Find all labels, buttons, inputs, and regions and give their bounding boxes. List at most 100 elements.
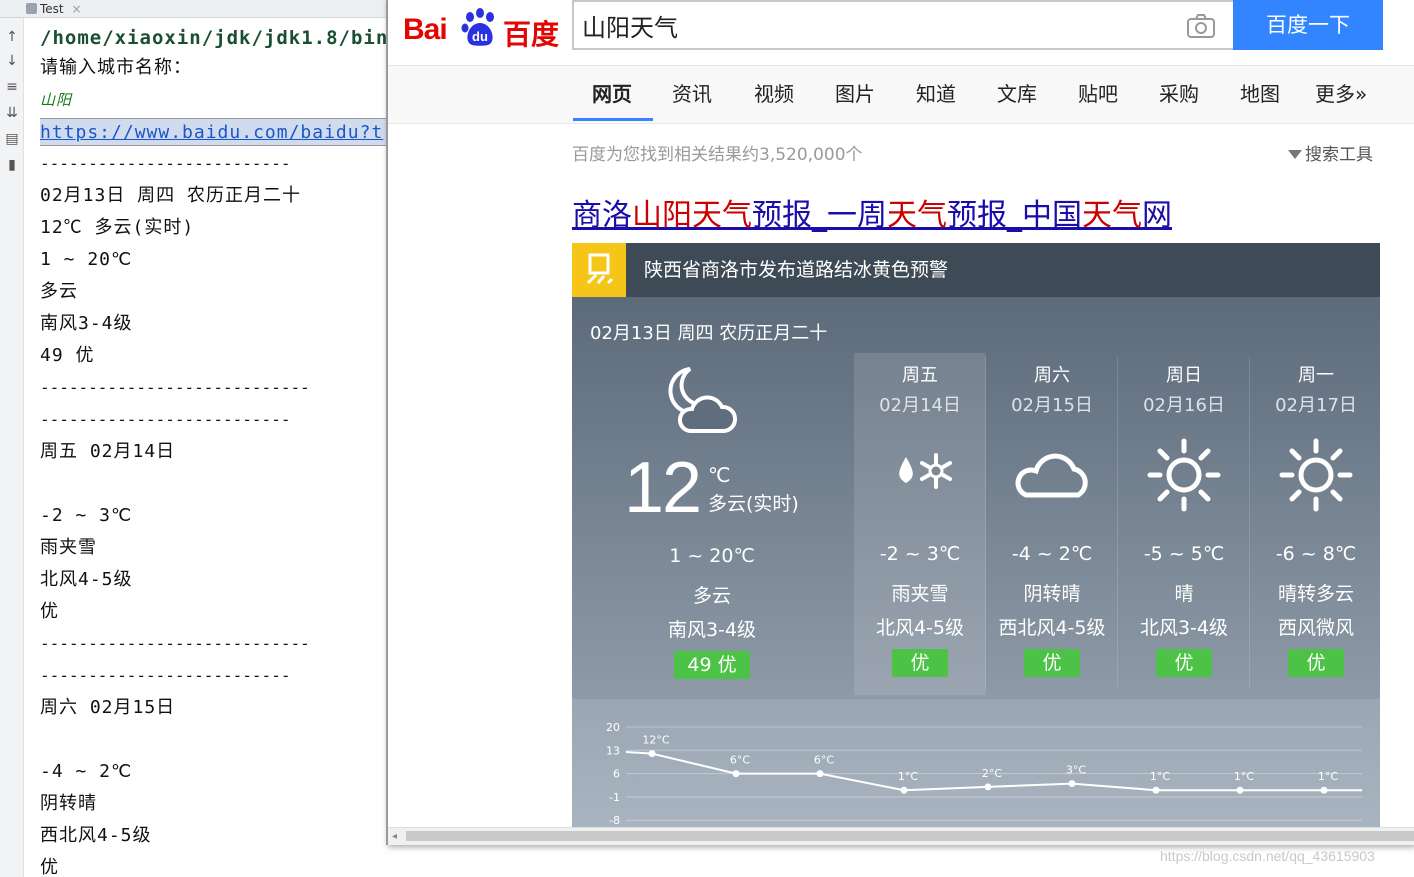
scrollbar-thumb[interactable] (406, 831, 1414, 841)
console-line: 阴转晴 (40, 793, 97, 814)
console-line: 1 ~ 20℃ (40, 249, 133, 270)
baidu-logo[interactable]: Bai du 百度 (403, 8, 563, 51)
scroll-to-end-icon[interactable]: ⇊ (0, 102, 24, 124)
search-box (572, 0, 1234, 50)
trash-icon[interactable]: ▮ (0, 154, 24, 176)
y-tick-label: -1 (609, 791, 620, 804)
tab-8[interactable]: 地图 (1240, 76, 1280, 112)
day-name: 周五 (902, 365, 938, 386)
temperature-unit: ℃ (708, 463, 731, 487)
search-input[interactable] (582, 8, 1162, 42)
tab-7[interactable]: 采购 (1159, 76, 1199, 112)
day-wind: 西北风4-5级 (998, 617, 1106, 639)
console-line: 优 (40, 857, 59, 877)
day-condition: 雨夹雪 (891, 583, 949, 605)
temperature-label: 6°C (730, 754, 750, 767)
tab-5[interactable]: 文库 (997, 76, 1037, 112)
day-temp-range: -5 ~ 5℃ (1143, 543, 1225, 565)
console-separator: ---------------------------- (40, 634, 310, 653)
temperature-point (1320, 786, 1328, 794)
temperature-point (1236, 786, 1244, 794)
console-tab-bar: Test × (0, 0, 386, 18)
run-config-icon (26, 3, 37, 14)
scroll-up-icon[interactable]: ↑ (0, 26, 24, 48)
logo-text-cn: 百度 (503, 18, 560, 51)
tab-2[interactable]: 视频 (754, 76, 794, 112)
tab-3[interactable]: 图片 (835, 76, 875, 112)
result-count: 百度为您找到相关结果约3,520,000个 (572, 145, 863, 165)
browser-window: Bai du 百度 百度一下 网页 资讯 视频 图片 知道 文库 贴吧 采购 地图更多» 百度为… (386, 0, 1414, 845)
console-line: /home/xiaoxin/jdk/jdk1.8/bin/ (40, 27, 386, 49)
console-line: 优 (40, 601, 59, 622)
scroll-left-icon[interactable]: ◂ (392, 828, 397, 846)
console-output: /home/xiaoxin/jdk/jdk1.8/bin/请输入城市名称： 山阳 h… (40, 22, 386, 877)
title-segment: 网 (1142, 198, 1172, 233)
baidu-paw-icon: du (461, 8, 494, 46)
temperature-point (816, 770, 824, 778)
today-wind: 南风3-4级 (667, 619, 757, 641)
search-button[interactable]: 百度一下 (1233, 0, 1383, 50)
day-condition: 晴转多云 (1277, 583, 1354, 605)
search-tools-button[interactable]: 搜索工具 (1288, 140, 1373, 165)
soft-wrap-icon[interactable]: ≡ (0, 76, 24, 98)
console-line: 山阳 (40, 91, 73, 109)
result-title-link[interactable]: 商洛山阳天气预报_一周天气预报_中国天气网 (572, 190, 1172, 234)
tab-1[interactable]: 资讯 (672, 76, 712, 112)
today-condition: 多云 (692, 585, 731, 607)
today-date: 02月13日 周四 农历正月二十 (590, 323, 828, 344)
logo-text-du: du (472, 29, 488, 44)
day-name: 周一 (1298, 365, 1334, 386)
title-segment: 预报_中国 (947, 198, 1082, 233)
tab-9[interactable]: 更多» (1315, 76, 1367, 112)
tab-6[interactable]: 贴吧 (1078, 76, 1118, 112)
sun-icon (1279, 438, 1353, 512)
sun-icon (1147, 438, 1221, 512)
forecast-day[interactable]: 周一 02月17日 -6 ~ 8℃ 晴转多云 西风微风优 (1250, 353, 1380, 695)
camera-search-icon[interactable] (1186, 12, 1216, 40)
day-name: 周日 (1166, 365, 1202, 386)
day-date: 02月14日 (879, 395, 961, 416)
weather-alert-text: 陕西省商洛市发布道路结冰黄色预警 (644, 259, 949, 281)
day-condition: 晴 (1174, 583, 1194, 605)
temperature-label: 12°C (642, 734, 669, 747)
tab-0[interactable]: 网页 (592, 76, 632, 112)
moon-cloud-icon (668, 367, 737, 433)
day-condition: 阴转晴 (1023, 583, 1081, 605)
temperature-label: 6°C (814, 754, 834, 767)
temperature-label: 1°C (1234, 770, 1254, 783)
temperature-label: 2°C (982, 767, 1002, 780)
temperature-point (1068, 780, 1076, 788)
console-tab-label: Test (40, 2, 64, 16)
console-line: 周五 02月14日 (40, 441, 176, 462)
weather-alert-bar[interactable]: 陕西省商洛市发布道路结冰黄色预警 (572, 243, 1380, 297)
forecast-day[interactable]: 周五 02月14日 -2 ~ 3℃ 雨夹雪 北风4-5级优 (854, 353, 986, 695)
console-line: 周六 02月15日 (40, 697, 176, 718)
console-line: -4 ~ 2℃ (40, 761, 133, 782)
console-separator: -------------------------- (40, 410, 291, 429)
forecast-day[interactable]: 周六 02月15日 -4 ~ 2℃ 阴转晴 西北风4-5级优 (986, 353, 1118, 695)
print-icon[interactable]: ▤ (0, 128, 24, 150)
day-date: 02月15日 (1011, 395, 1093, 416)
horizontal-scrollbar[interactable]: ◂ (388, 827, 1414, 845)
console-url-line[interactable]: https://www.baidu.com/baidu?t (40, 118, 386, 146)
today-temp-range: 1 ~ 20℃ (669, 545, 755, 567)
day-date: 02月16日 (1143, 395, 1225, 416)
forecast-day[interactable]: 周日 02月16日 -5 ~ 5℃ 晴北风3-4级优 (1118, 353, 1250, 695)
temperature-label: 1°C (1150, 770, 1170, 783)
console-line: -2 ~ 3℃ (40, 505, 133, 526)
console-tab[interactable]: Test × (26, 0, 82, 18)
console-separator: -------------------------- (40, 666, 291, 685)
tab-4[interactable]: 知道 (916, 76, 956, 112)
y-tick-label: -8 (609, 814, 620, 827)
scroll-down-icon[interactable]: ↓ (0, 50, 24, 72)
temperature-point (984, 783, 992, 791)
title-segment: 商洛 (572, 198, 632, 233)
temperature-label: 3°C (1066, 764, 1086, 777)
y-tick-label: 6 (613, 768, 620, 781)
day-wind: 西风微风 (1277, 617, 1354, 639)
console-line: 北风4-5级 (40, 569, 133, 590)
search-tools-label: 搜索工具 (1305, 145, 1373, 165)
console-toolbar: ↑ ↓ ≡ ⇊ ▤ ▮ (0, 18, 24, 877)
close-tab-icon[interactable]: × (71, 2, 81, 16)
console-line: 南风3-4级 (40, 313, 133, 334)
